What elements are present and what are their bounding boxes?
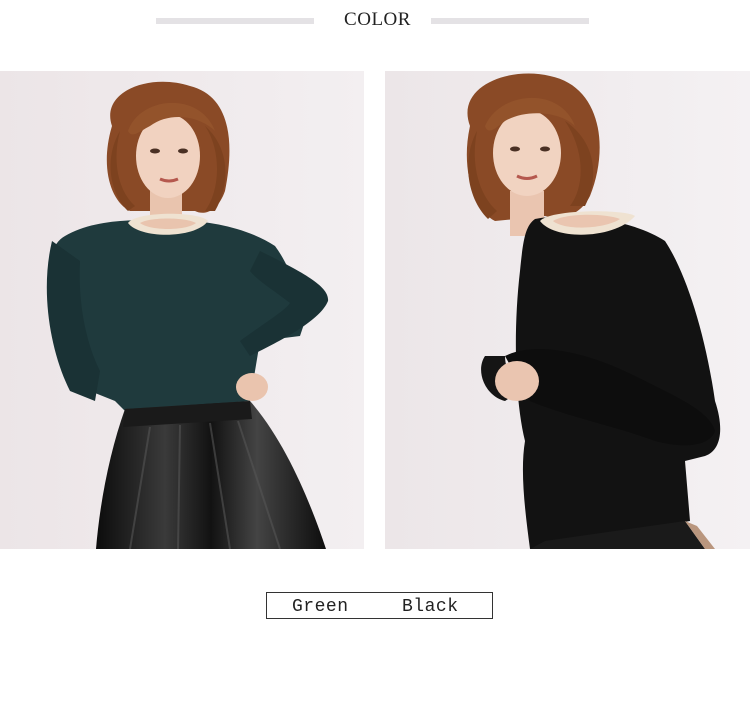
header-divider-left xyxy=(156,18,314,24)
model-black-illustration xyxy=(385,71,750,549)
color-section-header: COLOR xyxy=(0,0,750,45)
product-photo-green[interactable] xyxy=(0,71,364,549)
product-photo-black[interactable] xyxy=(385,71,750,549)
color-option-black[interactable]: Black xyxy=(402,597,459,617)
color-options-box: Green Black xyxy=(266,592,493,619)
model-green-illustration xyxy=(0,71,364,549)
section-title: COLOR xyxy=(344,9,411,30)
color-option-green[interactable]: Green xyxy=(292,597,349,617)
header-divider-right xyxy=(431,18,589,24)
